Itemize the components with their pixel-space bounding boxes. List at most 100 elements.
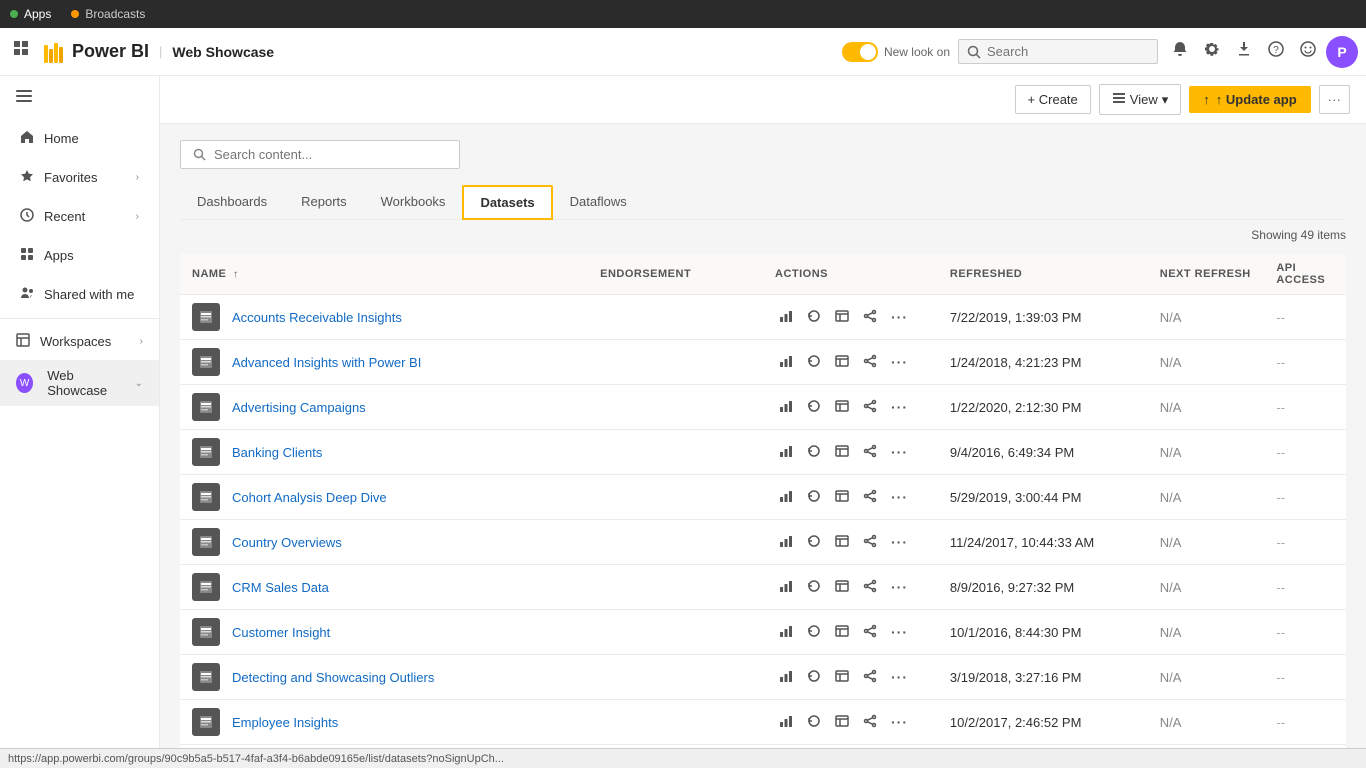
tab-datasets[interactable]: Datasets [462, 185, 552, 220]
browser-tab-apps[interactable]: Apps [10, 7, 51, 21]
chart-action-icon-3[interactable] [775, 442, 797, 463]
analyze-action-icon-2[interactable] [831, 397, 853, 418]
refresh-action-icon-0[interactable] [803, 307, 825, 328]
new-look-toggle[interactable] [842, 42, 878, 62]
chart-action-icon-6[interactable] [775, 577, 797, 598]
global-search-box[interactable] [958, 39, 1158, 64]
more-action-icon-9[interactable]: ··· [887, 712, 912, 732]
dataset-name-4[interactable]: Cohort Analysis Deep Dive [232, 490, 387, 505]
refresh-action-icon-3[interactable] [803, 442, 825, 463]
settings-icon[interactable] [1198, 35, 1226, 68]
refresh-action-icon-6[interactable] [803, 577, 825, 598]
status-bar: https://app.powerbi.com/groups/90c9b5a5-… [0, 748, 1366, 768]
share-action-icon-8[interactable] [859, 667, 881, 688]
tab-workbooks[interactable]: Workbooks [364, 185, 463, 220]
dataset-name-6[interactable]: CRM Sales Data [232, 580, 329, 595]
dataset-refreshed-7: 10/1/2016, 8:44:30 PM [938, 610, 1148, 655]
refresh-action-icon-4[interactable] [803, 487, 825, 508]
sidebar-item-apps[interactable]: Apps [4, 237, 155, 274]
content-search-box[interactable] [180, 140, 460, 169]
more-action-icon-1[interactable]: ··· [887, 352, 912, 372]
browser-tab-broadcasts-label: Broadcasts [85, 7, 145, 21]
chart-action-icon-7[interactable] [775, 622, 797, 643]
analyze-action-icon-8[interactable] [831, 667, 853, 688]
app-workspace-name[interactable]: Web Showcase [172, 44, 274, 60]
refresh-action-icon-5[interactable] [803, 532, 825, 553]
chart-action-icon-1[interactable] [775, 352, 797, 373]
dataset-name-9[interactable]: Employee Insights [232, 715, 338, 730]
sidebar-item-favorites[interactable]: Favorites › [4, 159, 155, 196]
analyze-action-icon-4[interactable] [831, 487, 853, 508]
share-action-icon-3[interactable] [859, 442, 881, 463]
refresh-action-icon-7[interactable] [803, 622, 825, 643]
analyze-action-icon-9[interactable] [831, 712, 853, 733]
emoji-icon[interactable] [1294, 35, 1322, 68]
share-action-icon-2[interactable] [859, 397, 881, 418]
analyze-action-icon-1[interactable] [831, 352, 853, 373]
share-action-icon-5[interactable] [859, 532, 881, 553]
help-icon[interactable]: ? [1262, 35, 1290, 68]
chart-action-icon-0[interactable] [775, 307, 797, 328]
sidebar-hamburger[interactable] [0, 76, 159, 119]
refresh-action-icon-8[interactable] [803, 667, 825, 688]
dataset-actions-3: ··· [763, 430, 938, 475]
analyze-action-icon-3[interactable] [831, 442, 853, 463]
update-app-button[interactable]: ↑ ↑ Update app [1189, 86, 1310, 113]
more-action-icon-4[interactable]: ··· [887, 487, 912, 507]
sidebar-item-home[interactable]: Home [4, 120, 155, 157]
share-action-icon-6[interactable] [859, 577, 881, 598]
notification-icon[interactable] [1166, 35, 1194, 68]
view-button[interactable]: View ▾ [1099, 84, 1181, 115]
more-action-icon-3[interactable]: ··· [887, 442, 912, 462]
dataset-name-0[interactable]: Accounts Receivable Insights [232, 310, 402, 325]
more-action-icon-5[interactable]: ··· [887, 532, 912, 552]
chart-action-icon-2[interactable] [775, 397, 797, 418]
main-layout: Home Favorites › Recent › Apps [0, 76, 1366, 768]
chart-action-icon-9[interactable] [775, 712, 797, 733]
sidebar-active-workspace[interactable]: W Web Showcase ⌄ [0, 360, 159, 406]
tab-reports[interactable]: Reports [284, 185, 364, 220]
chart-action-icon-4[interactable] [775, 487, 797, 508]
refresh-action-icon-9[interactable] [803, 712, 825, 733]
sidebar-item-shared[interactable]: Shared with me [4, 276, 155, 313]
more-action-icon-8[interactable]: ··· [887, 667, 912, 687]
avatar[interactable]: P [1326, 36, 1358, 68]
dataset-name-5[interactable]: Country Overviews [232, 535, 342, 550]
col-header-name[interactable]: NAME ↑ [180, 254, 588, 295]
tab-dataflows[interactable]: Dataflows [553, 185, 644, 220]
more-action-icon-2[interactable]: ··· [887, 397, 912, 417]
share-action-icon-9[interactable] [859, 712, 881, 733]
name-sort-icon: ↑ [233, 269, 239, 280]
refresh-action-icon-1[interactable] [803, 352, 825, 373]
dataset-name-8[interactable]: Detecting and Showcasing Outliers [232, 670, 434, 685]
dataset-name-1[interactable]: Advanced Insights with Power BI [232, 355, 421, 370]
browser-tab-broadcasts[interactable]: Broadcasts [71, 7, 145, 21]
refresh-action-icon-2[interactable] [803, 397, 825, 418]
share-action-icon-4[interactable] [859, 487, 881, 508]
analyze-action-icon-7[interactable] [831, 622, 853, 643]
sidebar-item-recent[interactable]: Recent › [4, 198, 155, 235]
analyze-action-icon-6[interactable] [831, 577, 853, 598]
share-action-icon-0[interactable] [859, 307, 881, 328]
analyze-action-icon-5[interactable] [831, 532, 853, 553]
dataset-name-2[interactable]: Advertising Campaigns [232, 400, 366, 415]
chart-action-icon-8[interactable] [775, 667, 797, 688]
more-action-icon-6[interactable]: ··· [887, 577, 912, 597]
chart-action-icon-5[interactable] [775, 532, 797, 553]
share-action-icon-1[interactable] [859, 352, 881, 373]
grid-icon[interactable] [8, 35, 36, 68]
more-action-icon-7[interactable]: ··· [887, 622, 912, 642]
dataset-name-7[interactable]: Customer Insight [232, 625, 330, 640]
dataset-name-3[interactable]: Banking Clients [232, 445, 322, 460]
global-search-input[interactable] [987, 44, 1127, 59]
content-search-input[interactable] [214, 147, 434, 162]
dataset-icon-0 [192, 303, 220, 331]
sidebar-item-workspaces[interactable]: Workspaces › [0, 323, 159, 360]
share-action-icon-7[interactable] [859, 622, 881, 643]
more-action-icon-0[interactable]: ··· [887, 307, 912, 327]
create-button[interactable]: + Create [1015, 85, 1091, 114]
tab-dashboards[interactable]: Dashboards [180, 185, 284, 220]
analyze-action-icon-0[interactable] [831, 307, 853, 328]
download-icon[interactable] [1230, 35, 1258, 68]
more-options-button[interactable]: ··· [1319, 85, 1350, 114]
